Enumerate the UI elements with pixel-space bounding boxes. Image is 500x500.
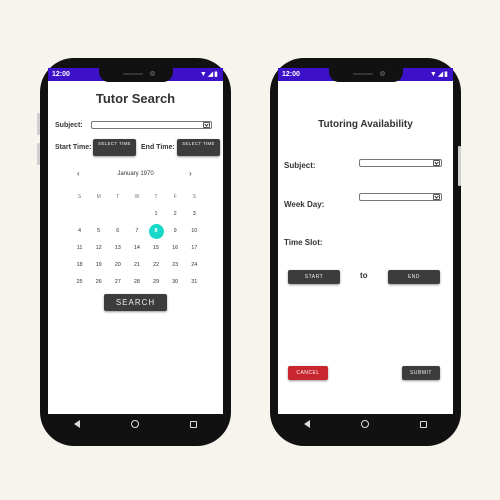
calendar-week-row: 11 12 13 14 15 16 17 <box>70 240 204 257</box>
calendar-day[interactable]: 29 <box>147 274 166 291</box>
submit-button[interactable]: SUBMIT <box>402 366 440 380</box>
right-phone: 12:00 ▼◢▮ Tutoring Availability Subject:… <box>270 58 461 446</box>
to-label: to <box>360 271 368 280</box>
calendar-day[interactable]: 15 <box>147 240 166 257</box>
camera-notch <box>328 68 403 82</box>
left-phone: 12:00 ▼◢▮ Tutor Search Subject: Start Ti… <box>37 58 231 446</box>
chevron-down-icon <box>433 194 440 200</box>
subject-select[interactable] <box>91 121 212 129</box>
page-title: Tutor Search <box>95 91 176 106</box>
calendar-week-row: 123 <box>70 206 204 223</box>
calendar-day[interactable]: 30 <box>166 274 185 291</box>
weekday-header: S <box>192 194 196 200</box>
right-screen: 12:00 ▼◢▮ Tutoring Availability Subject:… <box>278 68 453 434</box>
next-month-icon[interactable]: › <box>189 169 192 178</box>
recents-icon[interactable] <box>420 420 428 428</box>
back-icon[interactable] <box>303 420 310 428</box>
calendar-day[interactable]: 9 <box>166 223 185 240</box>
home-icon[interactable] <box>130 420 139 428</box>
subject-label: Subject: <box>284 161 316 170</box>
calendar-day[interactable]: 31 <box>185 274 204 291</box>
calendar-day[interactable]: 1 <box>147 206 166 223</box>
calendar-empty-cell <box>89 206 108 223</box>
home-icon[interactable] <box>360 420 369 428</box>
selected-day-marker[interactable]: 8 <box>148 224 164 239</box>
calendar-day[interactable]: 3 <box>185 206 204 223</box>
calendar-day[interactable]: 26 <box>89 274 108 291</box>
calendar-day[interactable]: 12 <box>89 240 108 257</box>
calendar-day-selected[interactable]: 8 <box>147 223 166 240</box>
calendar-day[interactable]: 24 <box>185 257 204 274</box>
weekday-header: W <box>134 194 140 200</box>
signal-battery-icon: ▼◢▮ <box>199 71 219 78</box>
calendar-day[interactable]: 11 <box>70 240 89 257</box>
calendar-day[interactable]: 19 <box>89 257 108 274</box>
nav-bar <box>278 414 453 434</box>
status-time: 12:00 <box>52 71 70 78</box>
weekday-header: F <box>173 194 177 200</box>
end-time-label: End Time: <box>141 144 175 151</box>
weekday-header: S <box>77 194 82 200</box>
timeslot-label: Time Slot: <box>284 238 323 247</box>
weekday-row: SMTWTFS <box>70 189 204 206</box>
chevron-down-icon <box>203 122 210 128</box>
calendar-day[interactable]: 7 <box>127 223 146 240</box>
calendar-day[interactable]: 21 <box>127 257 146 274</box>
calendar-day[interactable]: 22 <box>147 257 166 274</box>
cancel-button[interactable]: CANCEL <box>288 366 328 380</box>
calendar-empty-cell <box>127 206 146 223</box>
calendar-day[interactable]: 4 <box>70 223 89 240</box>
calendar-day[interactable]: 28 <box>127 274 146 291</box>
status-time: 12:00 <box>282 71 300 78</box>
calendar-day[interactable]: 27 <box>108 274 127 291</box>
weekday-header: T <box>116 194 120 200</box>
start-button[interactable]: START <box>288 270 340 284</box>
back-icon[interactable] <box>73 420 80 428</box>
nav-bar <box>48 414 223 434</box>
end-time-button[interactable]: SELECT TIME <box>177 139 220 156</box>
calendar-day[interactable]: 20 <box>108 257 127 274</box>
calendar-empty-cell <box>108 206 127 223</box>
calendar-month: January 1970 <box>117 171 154 177</box>
signal-battery-icon: ▼◢▮ <box>429 71 449 78</box>
calendar-day[interactable]: 25 <box>70 274 89 291</box>
recents-icon[interactable] <box>190 420 198 428</box>
subject-select[interactable] <box>359 159 442 167</box>
calendar-day[interactable]: 10 <box>185 223 204 240</box>
end-button[interactable]: END <box>388 270 440 284</box>
calendar-day[interactable]: 17 <box>185 240 204 257</box>
calendar-grid: SMTWTFS 1 2 3 4 5 6 7 8 9 10 11 12 13 14 15 16 17 18 19 20 2… <box>70 189 204 291</box>
calendar-day[interactable]: 16 <box>166 240 185 257</box>
calendar-day[interactable]: 2 <box>166 206 185 223</box>
calendar-day[interactable]: 6 <box>108 223 127 240</box>
start-time-button[interactable]: SELECT TIME <box>93 139 136 156</box>
weekday-header: T <box>154 194 158 200</box>
calendar-day[interactable]: 5 <box>89 223 108 240</box>
search-button[interactable]: SEARCH <box>104 294 167 311</box>
chevron-down-icon <box>433 160 440 166</box>
subject-label: Subject: <box>55 122 83 129</box>
weekday-label: Week Day: <box>284 200 325 209</box>
calendar-day[interactable]: 23 <box>166 257 185 274</box>
weekday-header: M <box>96 194 101 200</box>
calendar-day[interactable]: 13 <box>108 240 127 257</box>
start-time-label: Start Time: <box>55 144 92 151</box>
page-title: Tutoring Availability <box>318 119 413 130</box>
calendar-day[interactable]: 14 <box>127 240 146 257</box>
calendar-week-row: 4 5 6 7 8 9 10 <box>70 223 204 240</box>
calendar-day[interactable]: 18 <box>70 257 89 274</box>
left-screen: 12:00 ▼◢▮ Tutor Search Subject: Start Ti… <box>48 68 223 434</box>
camera-notch <box>98 68 173 82</box>
calendar-week-row: 25 26 27 28 29 30 31 <box>70 274 204 291</box>
calendar-empty-cell <box>70 206 89 223</box>
calendar-week-row: 18 19 20 21 22 23 24 <box>70 257 204 274</box>
weekday-select[interactable] <box>359 193 442 201</box>
